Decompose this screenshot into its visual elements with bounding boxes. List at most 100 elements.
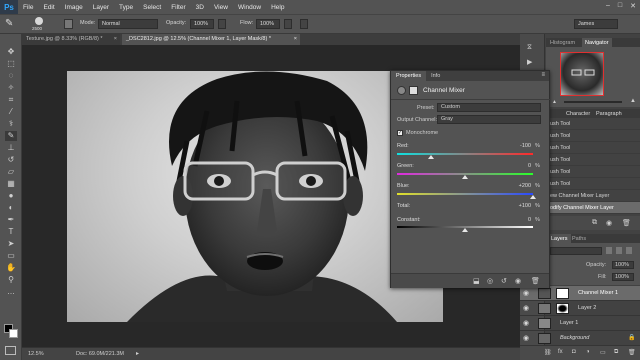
constant-slider-thumb[interactable] — [462, 228, 468, 232]
menu-help[interactable]: Help — [266, 4, 289, 11]
mask-icon[interactable] — [409, 86, 418, 95]
healing-brush-tool-icon[interactable]: ⚕ — [5, 119, 17, 129]
move-tool-icon[interactable]: ✥ — [5, 47, 17, 57]
layer-row-layer2[interactable]: ◉ Layer 2 — [520, 301, 640, 316]
tab-histogram[interactable]: Histogram — [550, 40, 575, 46]
add-mask-icon[interactable]: ◘ — [572, 349, 576, 355]
history-item[interactable]: ush Tool — [546, 142, 640, 154]
monochrome-checkbox[interactable]: ✓ — [397, 130, 403, 136]
new-adjustment-icon[interactable]: ◑ — [586, 349, 590, 355]
zoom-tool-icon[interactable]: ⚲ — [5, 275, 17, 285]
blue-slider-thumb[interactable] — [530, 195, 536, 199]
tab-paragraph[interactable]: Paragraph — [596, 111, 622, 117]
tab-dsc2812[interactable]: _DSC2812.jpg @ 12.5% (Channel Mixer 1, L… — [122, 34, 300, 45]
new-document-icon[interactable]: ⧉ — [592, 219, 597, 227]
tab-character[interactable]: Character — [566, 111, 590, 117]
close-tab-icon[interactable]: × — [114, 34, 117, 45]
layer-fill-input[interactable]: 100% — [612, 273, 634, 281]
brush-preset-picker[interactable]: 2500 — [30, 17, 52, 32]
tab-texture[interactable]: Texture.jpg @ 8.33% (RGB/8) * × — [22, 34, 120, 45]
preset-select[interactable]: Custom — [437, 103, 541, 112]
tab-properties[interactable]: Properties — [391, 71, 427, 81]
document-image[interactable] — [67, 71, 443, 322]
actions-panel-icon[interactable]: ▶ — [527, 58, 532, 66]
hand-tool-icon[interactable]: ✋ — [5, 263, 17, 273]
clip-to-layer-icon[interactable]: ⬓ — [473, 277, 480, 285]
blue-slider-track[interactable] — [397, 193, 533, 195]
reset-icon[interactable]: ↺ — [501, 277, 507, 285]
quick-select-tool-icon[interactable]: ✧ — [5, 83, 17, 93]
navigator-zoom-slider[interactable] — [564, 101, 622, 103]
filter-icon[interactable] — [616, 247, 622, 254]
visibility-eye-icon[interactable]: ◉ — [523, 304, 529, 312]
lasso-tool-icon[interactable]: ◌ — [5, 71, 17, 81]
red-value[interactable]: -100 — [511, 143, 531, 149]
zoom-in-icon[interactable]: ▲ — [630, 98, 636, 104]
menu-type[interactable]: Type — [114, 4, 138, 11]
workspace-switcher[interactable]: James — [574, 19, 618, 29]
dodge-tool-icon[interactable]: ◐ — [5, 203, 17, 213]
visibility-eye-icon[interactable]: ◉ — [523, 319, 529, 327]
delete-adjustment-icon[interactable]: 🗑 — [531, 277, 540, 285]
blue-value[interactable]: +200 — [511, 183, 531, 189]
visibility-eye-icon[interactable]: ◉ — [523, 334, 529, 342]
menu-filter[interactable]: Filter — [166, 4, 190, 11]
link-layers-icon[interactable]: ⛓ — [544, 349, 552, 356]
fx-icon[interactable]: fx — [558, 349, 563, 355]
tab-layers[interactable]: Layers — [548, 234, 571, 243]
eraser-tool-icon[interactable]: ▱ — [5, 167, 17, 177]
layer-mask-thumb[interactable] — [556, 303, 569, 314]
layer-name[interactable]: Channel Mixer 1 — [578, 290, 618, 296]
menu-select[interactable]: Select — [138, 4, 166, 11]
layer-name[interactable]: Background — [560, 335, 589, 341]
tab-navigator[interactable]: Navigator — [582, 38, 612, 47]
brush-tool-icon[interactable]: ✎ — [5, 131, 17, 141]
panel-menu-icon[interactable]: ≡ — [541, 72, 545, 78]
background-color-swatch[interactable] — [9, 329, 18, 338]
tab-info[interactable]: Info — [426, 71, 445, 81]
tab-paths[interactable]: Paths — [572, 236, 586, 242]
status-menu-icon[interactable]: ▸ — [136, 350, 139, 357]
brush-tool-icon[interactable]: ✎ — [5, 18, 13, 29]
layer-name[interactable]: Layer 1 — [560, 320, 578, 326]
marquee-tool-icon[interactable]: ⬚ — [5, 59, 17, 69]
blur-tool-icon[interactable]: ● — [5, 191, 17, 201]
history-item[interactable]: ush Tool — [546, 118, 640, 130]
layer-opacity-input[interactable]: 100% — [612, 261, 634, 269]
pressure-opacity-icon[interactable] — [218, 19, 226, 29]
red-slider-track[interactable] — [397, 153, 533, 155]
green-slider-thumb[interactable] — [462, 175, 468, 179]
gradient-tool-icon[interactable]: ▦ — [5, 179, 17, 189]
filter-icon[interactable] — [606, 247, 612, 254]
close-button[interactable]: ✕ — [630, 2, 636, 10]
new-layer-icon[interactable]: ⧉ — [614, 349, 618, 356]
more-tools-icon[interactable]: … — [5, 287, 17, 297]
menu-view[interactable]: View — [209, 4, 233, 11]
shape-tool-icon[interactable]: ▭ — [5, 251, 17, 261]
history-item-selected[interactable]: odify Channel Mixer Layer — [546, 202, 640, 214]
close-tab-icon[interactable]: × — [294, 34, 297, 45]
history-item[interactable]: ush Tool — [546, 166, 640, 178]
minimize-button[interactable]: – — [606, 2, 610, 10]
delete-layer-icon[interactable]: 🗑 — [628, 349, 636, 356]
crop-tool-icon[interactable]: ⌗ — [5, 95, 17, 105]
history-item[interactable]: ush Tool — [546, 130, 640, 142]
new-group-icon[interactable]: ▭ — [600, 349, 606, 356]
trash-icon[interactable]: 🗑 — [622, 219, 631, 227]
menu-window[interactable]: Window — [233, 4, 266, 11]
brush-panel-toggle-icon[interactable] — [64, 19, 73, 29]
red-slider-thumb[interactable] — [428, 155, 434, 159]
zoom-out-icon[interactable]: ▲ — [552, 99, 557, 105]
airbrush-icon[interactable] — [284, 19, 292, 29]
history-item[interactable]: ush Tool — [546, 154, 640, 166]
history-item[interactable]: ew Channel Mixer Layer — [546, 190, 640, 202]
layer-filter-select[interactable] — [550, 247, 602, 255]
layer-row-background[interactable]: ◉ Background 🔒 — [520, 331, 640, 346]
camera-icon[interactable]: ◉ — [606, 219, 612, 227]
visibility-eye-icon[interactable]: ◉ — [523, 289, 529, 297]
menu-3d[interactable]: 3D — [191, 4, 209, 11]
layer-name[interactable]: Layer 2 — [578, 305, 596, 311]
eyedropper-tool-icon[interactable]: ⁄ — [5, 107, 17, 117]
quick-mask-icon[interactable] — [5, 346, 16, 355]
filter-icon[interactable] — [626, 247, 632, 254]
